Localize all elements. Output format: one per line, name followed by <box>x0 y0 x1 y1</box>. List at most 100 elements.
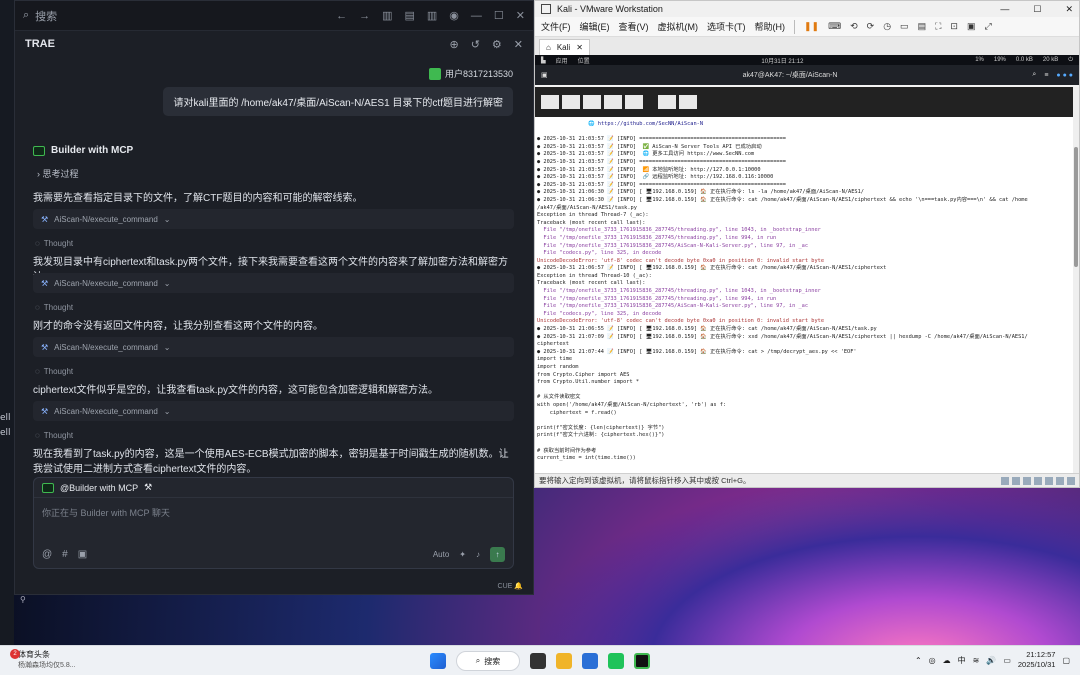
tools-icon[interactable]: ⚒ <box>144 482 152 493</box>
terminal-line: Exception in thread Thread-10 (_ac): <box>537 272 652 279</box>
forward-arrow-icon[interactable]: → <box>359 10 370 22</box>
close-panel-icon[interactable]: ✕ <box>514 38 523 51</box>
panel-right-icon[interactable]: ▥ <box>427 9 437 22</box>
fullscreen-icon[interactable]: ⛶ <box>935 21 941 32</box>
close-tab-icon[interactable]: ✕ <box>576 43 583 52</box>
app-tray-icon[interactable]: ◎ <box>929 656 936 665</box>
maximize-button[interactable]: ☐ <box>1033 4 1041 15</box>
account-icon[interactable]: ◉ <box>449 9 459 22</box>
trae-search[interactable]: ⌕ 搜索 <box>23 8 336 24</box>
restore-snapshot-icon[interactable]: ⟳ <box>867 21 875 32</box>
send-keys-icon[interactable]: ⌨ <box>828 21 841 32</box>
ascii-banner <box>535 87 1075 117</box>
console-view-icon[interactable]: ▣ <box>967 21 976 32</box>
composer-input[interactable]: 你正在与 Builder with MCP 聊天 <box>34 498 513 527</box>
close-button[interactable]: ✕ <box>1065 4 1073 15</box>
pause-icon[interactable]: ❚❚ <box>804 21 819 32</box>
minimize-button[interactable]: — <box>1000 4 1009 15</box>
terminal-line: /ak47/桌面/AiScan-N/AES1/task.py <box>537 204 637 211</box>
user-tag: 用户8317213530 <box>428 67 513 80</box>
bell-icon[interactable]: 🔔 <box>514 583 523 590</box>
history-icon[interactable]: ↺ <box>471 38 480 51</box>
thought-label: ◌ Thought <box>35 431 73 440</box>
menu-edit[interactable]: 编辑(E) <box>580 20 610 33</box>
task-view-icon[interactable] <box>530 653 546 669</box>
hash-icon[interactable]: # <box>62 549 68 560</box>
battery-icon[interactable]: ▭ <box>1003 656 1011 665</box>
start-icon[interactable] <box>430 653 446 669</box>
kali-apps[interactable]: 应用 <box>556 56 568 65</box>
wrench-icon: ⚒ <box>41 406 49 416</box>
terminal-line: # 从文件读取密文 <box>537 394 581 401</box>
terminal-line: ● 2025-10-31 21:03:57 📝 [INFO] 🔗 远程监听地址:… <box>537 174 774 181</box>
clock[interactable]: 21:12:57 2025/10/31 <box>1018 650 1056 670</box>
snapshot-manager-icon[interactable]: ◷ <box>883 21 891 32</box>
library-icon[interactable]: ▭ <box>900 21 909 32</box>
lightbulb-icon: ◌ <box>35 367 40 376</box>
file-explorer-icon[interactable] <box>556 653 572 669</box>
tool-call[interactable]: ⚒ AiScan-N/execute_command ⌄ <box>33 273 514 293</box>
image-icon[interactable]: ▣ <box>78 549 87 560</box>
panel-left-icon[interactable]: ▥ <box>382 9 392 22</box>
trae-taskbar-icon[interactable] <box>634 653 650 669</box>
kali-clock: 10月31日 21:12 <box>761 58 804 65</box>
ime-indicator[interactable]: 中 <box>958 655 966 666</box>
chat-area: 用户8317213530 请对kali里面的 /home/ak47/桌面/AiS… <box>15 57 533 497</box>
power-icon[interactable]: ⏻ <box>1068 57 1073 64</box>
settings-icon[interactable]: ⚙ <box>492 38 502 51</box>
usb-icon <box>1034 476 1042 485</box>
tool-call[interactable]: ⚒ AiScan-N/execute_command ⌄ <box>33 401 514 421</box>
tool-call[interactable]: ⚒ AiScan-N/execute_command ⌄ <box>33 209 514 229</box>
panel-bottom-icon[interactable]: ▤ <box>404 9 414 22</box>
minimize-button[interactable]: — <box>471 10 482 22</box>
terminal-output[interactable]: 🌐 https://github.com/SecNN/AiScan-N ● 20… <box>535 87 1075 473</box>
news-widget[interactable]: 2 体育头条 杨瀚森场均仅5.8... <box>10 649 76 670</box>
menu-view[interactable]: 查看(V) <box>619 20 649 33</box>
mic-icon[interactable]: ♪ <box>476 550 480 559</box>
unity-icon[interactable]: ⊡ <box>950 21 958 32</box>
dock-icon: ⚲ <box>20 595 26 604</box>
window-controls-icon[interactable]: ● ● ● <box>1056 72 1073 79</box>
thinking-process-toggle[interactable]: › 思考过程 <box>37 167 79 180</box>
terminal-line: 🌐 https://github.com/SecNN/AiScan-N <box>537 121 704 127</box>
snapshot-icon[interactable]: ⟲ <box>850 21 858 32</box>
user-name: 用户8317213530 <box>444 69 513 79</box>
tab-kali[interactable]: ⌂ Kali ✕ <box>539 39 590 55</box>
vmware-taskbar-icon[interactable] <box>582 653 598 669</box>
mode-select[interactable]: Auto <box>433 550 449 559</box>
wechat-icon[interactable] <box>608 653 624 669</box>
stretch-icon[interactable]: ⤢ <box>984 21 991 32</box>
chevron-up-icon[interactable]: ⌃ <box>915 656 922 665</box>
new-chat-icon[interactable]: ⊕ <box>449 38 458 51</box>
notification-icon[interactable]: ▢ <box>1062 656 1070 665</box>
menu-help[interactable]: 帮助(H) <box>755 20 786 33</box>
volume-icon[interactable]: 🔊 <box>986 656 996 665</box>
terminal-tab-icon[interactable]: ▣ <box>541 71 548 79</box>
kali-places[interactable]: 位置 <box>578 56 590 65</box>
scroll-thumb[interactable] <box>1074 147 1078 267</box>
chat-composer[interactable]: @Builder with MCP ⚒ 你正在与 Builder with MC… <box>33 477 514 569</box>
kali-menu-icon[interactable]: ▙ <box>541 57 546 64</box>
cloud-icon[interactable]: ☁ <box>943 656 951 665</box>
back-arrow-icon[interactable]: ← <box>336 10 347 22</box>
wifi-icon[interactable]: ≋ <box>973 656 980 665</box>
terminal-line: from Crypto.Util.number import * <box>537 379 640 386</box>
tab-label: Kali <box>556 43 571 52</box>
close-button[interactable]: ✕ <box>516 9 525 22</box>
taskbar-search[interactable]: ⌕ 搜索 <box>456 651 520 671</box>
sparkle-icon[interactable]: ✦ <box>459 550 466 559</box>
menu-tabs[interactable]: 选项卡(T) <box>707 20 746 33</box>
mention-icon[interactable]: @ <box>42 549 52 560</box>
split-view-icon[interactable]: ▤ <box>918 21 927 32</box>
maximize-button[interactable]: ☐ <box>494 9 504 22</box>
device-icons[interactable] <box>1001 476 1075 485</box>
tool-call[interactable]: ⚒ AiScan-N/execute_command ⌄ <box>33 337 514 357</box>
terminal-scrollbar[interactable] <box>1073 87 1079 473</box>
send-button[interactable]: ↑ <box>490 547 505 562</box>
menu-vm[interactable]: 虚拟机(M) <box>658 20 699 33</box>
search-icon[interactable]: ⌕ <box>1032 71 1036 79</box>
menu-file[interactable]: 文件(F) <box>541 20 571 33</box>
menu-icon[interactable]: ≡ <box>1044 72 1048 79</box>
terminal-icon <box>42 482 54 493</box>
